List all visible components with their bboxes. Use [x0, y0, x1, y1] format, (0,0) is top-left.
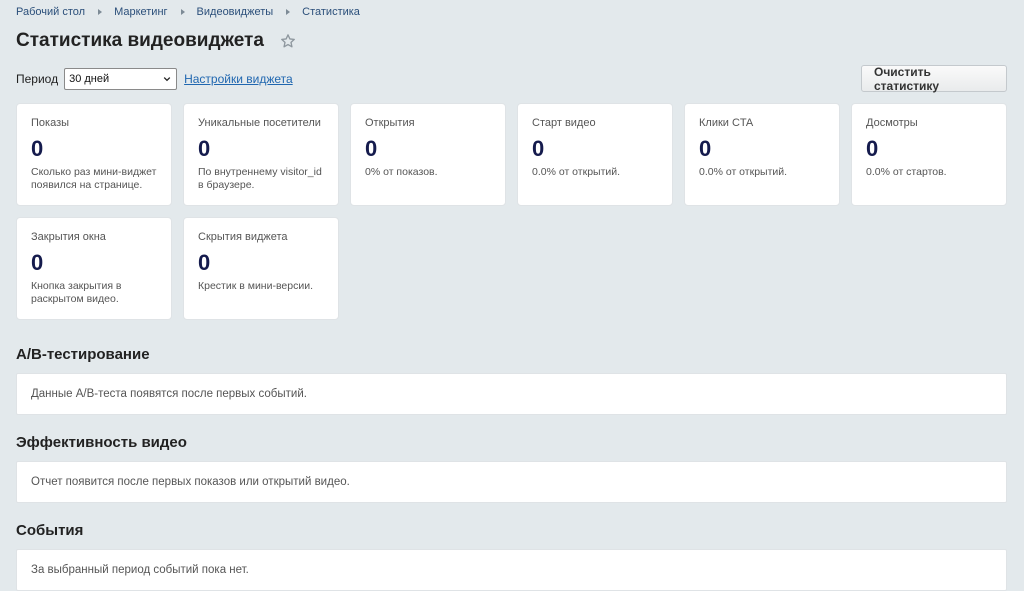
breadcrumb-item-statistics[interactable]: Статистика [302, 6, 360, 18]
stat-card-opens: Открытия 0 0% от показов. [350, 103, 506, 206]
chevron-right-icon [98, 8, 103, 15]
stat-label: Старт видео [532, 117, 596, 129]
stat-card-window-closes: Закрытия окна 0 Кнопка закрытия в раскры… [16, 217, 172, 320]
breadcrumb: Рабочий стол Маркетинг Видеовиджеты Стат… [16, 0, 1007, 23]
breadcrumb-item-video-widgets[interactable]: Видеовиджеты [197, 6, 274, 18]
section-text: Отчет появится после первых показов или … [31, 476, 350, 488]
clear-statistics-button[interactable]: Очистить статистику [861, 65, 1007, 93]
page: Рабочий стол Маркетинг Видеовиджеты Стат… [16, 0, 1007, 591]
stat-description: 0.0% от открытий. [532, 166, 621, 178]
chevron-right-icon [286, 8, 291, 15]
section-text: Данные A/B-теста появятся после первых с… [31, 388, 307, 400]
stat-card-cta-clicks: Клики CTA 0 0.0% от открытий. [684, 103, 840, 206]
toolbar: Период 30 дней Настройки виджета Очистит… [16, 61, 1007, 97]
stat-value: 0 [699, 136, 712, 161]
stat-value: 0 [31, 250, 44, 275]
stat-label: Показы [31, 117, 70, 129]
page-title: Статистика видеовиджета [16, 30, 264, 51]
stat-label: Досмотры [866, 117, 918, 129]
stat-label: Уникальные посетители [198, 117, 321, 129]
stat-card-video-starts: Старт видео 0 0.0% от открытий. [517, 103, 673, 206]
stat-card-unique-visitors: Уникальные посетители 0 По внутреннему v… [183, 103, 339, 206]
stat-card-widget-hides: Скрытия виджета 0 Крестик в мини-версии. [183, 217, 339, 320]
section-title-ab-testing: A/B-тестирование [16, 346, 150, 363]
section-box-video-efficiency: Отчет появится после первых показов или … [16, 461, 1007, 503]
section-box-events: За выбранный период событий пока нет. [16, 549, 1007, 591]
stat-card-completions: Досмотры 0 0.0% от стартов. [851, 103, 1007, 206]
section-box-ab-testing: Данные A/B-теста появятся после первых с… [16, 373, 1007, 415]
stat-value: 0 [198, 250, 211, 275]
stat-description: По внутреннему visitor_id в браузере. [198, 166, 322, 191]
section-title-video-efficiency: Эффективность видео [16, 434, 187, 451]
stat-description: 0.0% от открытий. [699, 166, 788, 178]
stat-label: Скрытия виджета [198, 231, 288, 243]
star-icon[interactable] [280, 33, 296, 49]
period-select[interactable]: 30 дней [64, 68, 178, 90]
stat-description: 0% от показов. [365, 166, 438, 178]
section-text: За выбранный период событий пока нет. [31, 564, 249, 576]
stat-value: 0 [532, 136, 545, 161]
stat-description: Сколько раз мини-виджет появился на стра… [31, 166, 157, 191]
stat-value: 0 [365, 136, 378, 161]
period-select-value: 30 дней [69, 73, 110, 85]
stat-value: 0 [866, 136, 879, 161]
title-row: Статистика видеовиджета [16, 21, 1007, 61]
widget-settings-link[interactable]: Настройки виджета [184, 72, 293, 86]
stat-label: Открытия [365, 117, 415, 129]
breadcrumb-item-marketing[interactable]: Маркетинг [114, 6, 167, 18]
chevron-down-icon [163, 77, 171, 82]
stat-card-impressions: Показы 0 Сколько раз мини-виджет появилс… [16, 103, 172, 206]
period-label: Период [16, 72, 59, 86]
chevron-right-icon [180, 8, 185, 15]
stat-label: Закрытия окна [31, 231, 106, 243]
stat-value: 0 [198, 136, 211, 161]
stat-value: 0 [31, 136, 44, 161]
breadcrumb-item-desktop[interactable]: Рабочий стол [16, 6, 85, 18]
stat-description: Кнопка закрытия в раскрытом видео. [31, 280, 122, 305]
stat-description: Крестик в мини-версии. [198, 280, 314, 292]
stat-label: Клики CTA [699, 117, 754, 129]
stats-cards: Показы 0 Сколько раз мини-виджет появилс… [16, 103, 1007, 323]
section-title-events: События [16, 522, 84, 539]
stat-description: 0.0% от стартов. [866, 166, 947, 178]
